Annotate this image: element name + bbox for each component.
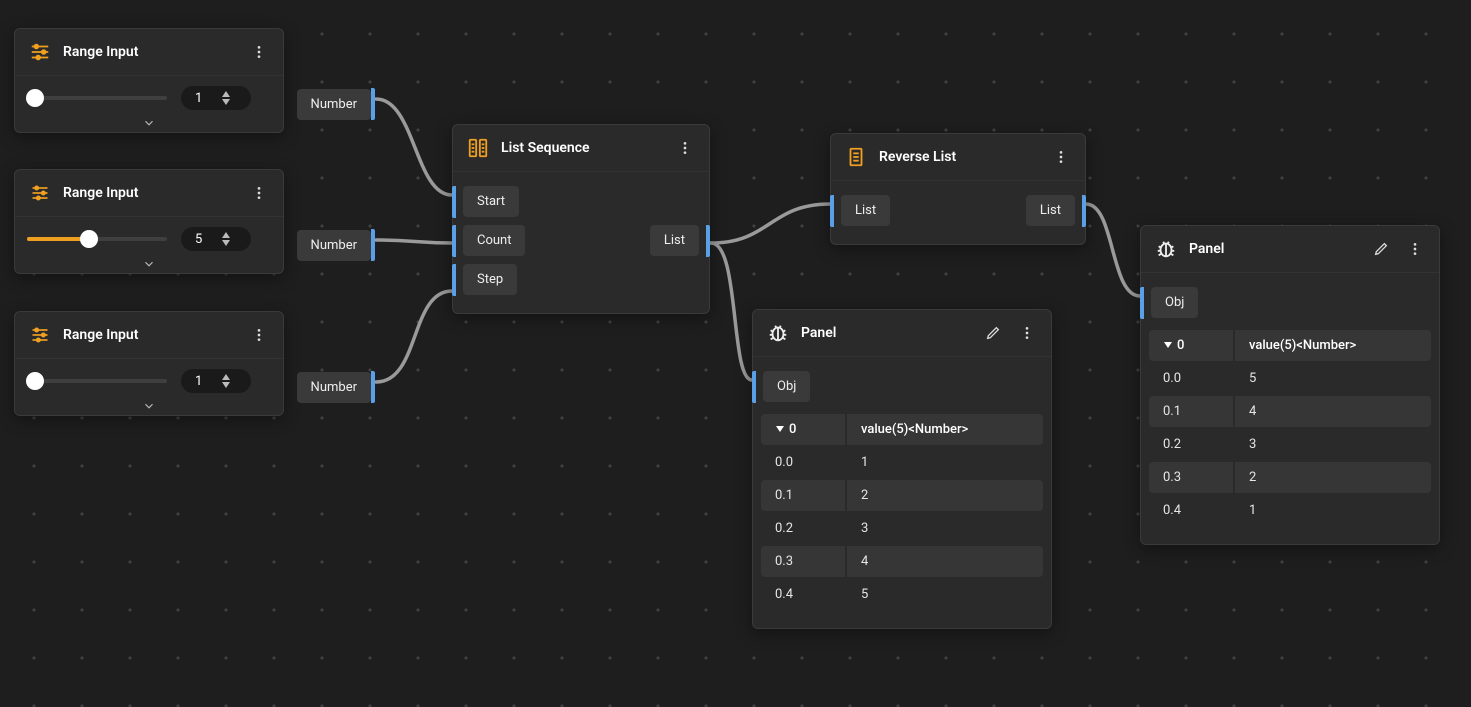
more-menu-button[interactable] [247, 40, 271, 64]
node-title: Range Input [63, 44, 237, 60]
table-row: 0.34 [761, 546, 1043, 577]
table-row: 0.23 [761, 513, 1043, 544]
slider-thumb[interactable] [80, 230, 98, 248]
input-port-obj[interactable]: Obj [753, 371, 1051, 402]
node-title: List Sequence [501, 140, 663, 156]
range-slider[interactable] [27, 231, 167, 247]
step-up-icon[interactable] [221, 373, 231, 381]
table-row: 0.01 [761, 447, 1043, 478]
node-title: Range Input [63, 185, 237, 201]
sliders-icon [27, 322, 53, 348]
node-title: Panel [801, 325, 971, 341]
table-row: 0.32 [1149, 462, 1431, 493]
range-slider[interactable] [27, 90, 167, 106]
step-down-icon[interactable] [221, 239, 231, 247]
input-port-count[interactable]: Count [463, 225, 525, 256]
panel-node-1[interactable]: Panel Obj 0 value(5)< [752, 309, 1052, 629]
more-menu-button[interactable] [247, 323, 271, 347]
range-slider[interactable] [27, 373, 167, 389]
table-row: 0.14 [1149, 396, 1431, 427]
more-menu-button[interactable] [673, 136, 697, 160]
data-table: 0 value(5)<Number> 0.05 0.14 0.23 0.32 0… [1147, 328, 1433, 528]
table-header-key[interactable]: 0 [1149, 330, 1233, 361]
step-up-icon[interactable] [221, 90, 231, 98]
node-title: Range Input [63, 327, 237, 343]
expand-toggle[interactable] [27, 251, 271, 273]
list-sequence-icon [465, 135, 491, 161]
caret-down-icon [775, 422, 785, 437]
expand-toggle[interactable] [27, 393, 271, 415]
table-header-key[interactable]: 0 [761, 414, 845, 445]
node-title: Panel [1189, 241, 1359, 257]
table-row: 0.12 [761, 480, 1043, 511]
expand-toggle[interactable] [27, 110, 271, 132]
more-menu-button[interactable] [1403, 237, 1427, 261]
sliders-icon [27, 180, 53, 206]
value-input[interactable]: 5 [181, 227, 251, 251]
output-port-list[interactable]: List [650, 225, 699, 256]
table-header-value: value(5)<Number> [847, 414, 1043, 445]
data-table: 0 value(5)<Number> 0.01 0.12 0.23 0.34 0… [759, 412, 1045, 612]
step-down-icon[interactable] [221, 98, 231, 106]
input-port-start[interactable]: Start [453, 186, 709, 217]
range-input-node-1[interactable]: Range Input 1 Number [14, 28, 284, 133]
input-port-step[interactable]: Step [453, 264, 709, 295]
step-up-icon[interactable] [221, 231, 231, 239]
table-row: 0.41 [1149, 495, 1431, 526]
range-input-node-3[interactable]: Range Input 1 Number [14, 311, 284, 416]
table-row: 0.23 [1149, 429, 1431, 460]
list-sequence-node[interactable]: List Sequence Start Count List Step [452, 124, 710, 314]
output-port-number[interactable]: Number [297, 229, 375, 261]
output-port-number[interactable]: Number [297, 371, 375, 403]
edit-button[interactable] [1369, 237, 1393, 261]
more-menu-button[interactable] [1049, 145, 1073, 169]
table-row: 0.05 [1149, 363, 1431, 394]
step-down-icon[interactable] [221, 381, 231, 389]
node-title: Reverse List [879, 149, 1039, 165]
range-input-node-2[interactable]: Range Input 5 Number [14, 169, 284, 274]
output-port-number[interactable]: Number [297, 88, 375, 120]
table-header-value: value(5)<Number> [1235, 330, 1431, 361]
slider-thumb[interactable] [26, 89, 44, 107]
sliders-icon [27, 39, 53, 65]
output-port-list[interactable]: List [1026, 195, 1075, 226]
edit-button[interactable] [981, 321, 1005, 345]
reverse-list-icon [843, 144, 869, 170]
debug-icon [765, 320, 791, 346]
table-row: 0.45 [761, 579, 1043, 610]
value-input[interactable]: 1 [181, 369, 251, 393]
input-port-list[interactable]: List [841, 195, 890, 226]
slider-thumb[interactable] [26, 372, 44, 390]
panel-node-2[interactable]: Panel Obj 0 value(5)< [1140, 225, 1440, 545]
caret-down-icon [1163, 338, 1173, 353]
more-menu-button[interactable] [1015, 321, 1039, 345]
more-menu-button[interactable] [247, 181, 271, 205]
value-input[interactable]: 1 [181, 86, 251, 110]
input-port-obj[interactable]: Obj [1141, 287, 1439, 318]
debug-icon [1153, 236, 1179, 262]
reverse-list-node[interactable]: Reverse List List List [830, 133, 1086, 245]
